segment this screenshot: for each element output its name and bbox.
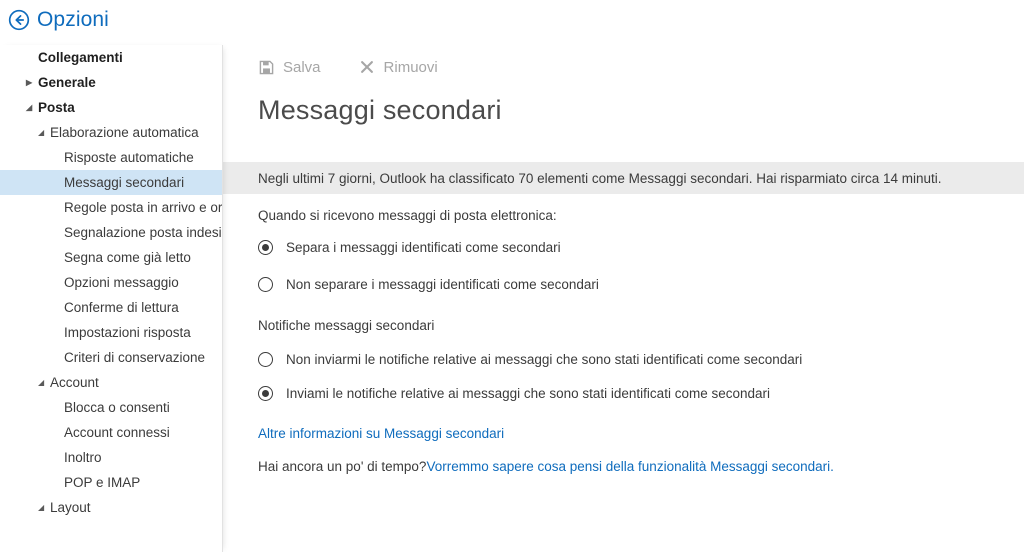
sidebar-item-layout[interactable]: ◢ Layout [0, 495, 222, 520]
radio-indicator[interactable] [258, 386, 273, 401]
sidebar-item-blocca-o-consenti[interactable]: Blocca o consenti [0, 395, 222, 420]
sidebar-item-account-connessi[interactable]: Account connessi [0, 420, 222, 445]
content-pane: Salva Rimuovi Messaggi secondari Negli u… [223, 45, 1024, 552]
radio-indicator[interactable] [258, 240, 273, 255]
radio-label: Non separare i messaggi identificati com… [286, 277, 599, 292]
sidebar-item-account[interactable]: ◢ Account [0, 370, 222, 395]
sidebar-item-label: Elaborazione automatica [50, 125, 199, 140]
radio-send-notifications[interactable]: Inviami le notifiche relative ai messagg… [258, 386, 770, 401]
sidebar-item-label: Risposte automatiche [64, 150, 194, 165]
sidebar-item-label: Impostazioni risposta [64, 325, 191, 340]
sidebar-item-label: POP e IMAP [64, 475, 141, 490]
group-one-label: Quando si ricevono messaggi di posta ele… [258, 208, 557, 223]
radio-separate-focused[interactable]: Separa i messaggi identificati come seco… [258, 240, 561, 255]
page-header-title: Opzioni [37, 8, 109, 31]
statistics-banner-text: Negli ultimi 7 giorni, Outlook ha classi… [258, 170, 942, 186]
sidebar-item-segnalazione-posta-indesiderata[interactable]: Segnalazione posta indesiderata [0, 220, 222, 245]
sidebar-item-conferme-di-lettura[interactable]: Conferme di lettura [0, 295, 222, 320]
save-button[interactable]: Salva [258, 59, 321, 76]
radio-dont-separate-focused[interactable]: Non separare i messaggi identificati com… [258, 277, 599, 292]
sidebar-item-label: Segnalazione posta indesiderata [64, 225, 222, 240]
remove-button-label: Rimuovi [383, 59, 438, 76]
chevron-down-icon[interactable]: ◢ [26, 103, 32, 112]
sidebar-item-risposte-automatiche[interactable]: Risposte automatiche [0, 145, 222, 170]
sidebar-item-collegamenti[interactable]: Collegamenti [0, 45, 222, 70]
sidebar-item-posta[interactable]: ◢ Posta [0, 95, 222, 120]
sidebar-item-regole-posta-in-arrivo-e-organizzazione[interactable]: Regole posta in arrivo e organizzazione [0, 195, 222, 220]
save-floppy-icon [258, 60, 274, 76]
sidebar-item-label: Generale [38, 75, 96, 90]
content-toolbar: Salva Rimuovi [223, 45, 1024, 90]
save-button-label: Salva [283, 59, 321, 76]
sidebar-item-label: Account [50, 375, 99, 390]
sidebar-item-label: Inoltro [64, 450, 102, 465]
sidebar-item-inoltro[interactable]: Inoltro [0, 445, 222, 470]
sidebar-item-criteri-di-conservazione[interactable]: Criteri di conservazione [0, 345, 222, 370]
sidebar-item-label: Layout [50, 500, 91, 515]
page-title: Messaggi secondari [258, 95, 502, 125]
sidebar-item-messaggi-secondari[interactable]: Messaggi secondari [0, 170, 222, 195]
remove-button[interactable]: Rimuovi [359, 59, 438, 76]
sidebar-item-label: Posta [38, 100, 75, 115]
top-bar: Opzioni [0, 0, 1024, 45]
sidebar-item-generale[interactable]: ▶ Generale [0, 70, 222, 95]
sidebar-item-label: Collegamenti [38, 50, 123, 65]
close-x-icon [359, 60, 375, 76]
sidebar-item-label: Blocca o consenti [64, 400, 170, 415]
back-to-options-link[interactable]: Opzioni [8, 9, 109, 31]
radio-label: Inviami le notifiche relative ai messagg… [286, 386, 770, 401]
more-info-link[interactable]: Altre informazioni su Messaggi secondari [258, 426, 504, 441]
more-info-link-wrapper: Altre informazioni su Messaggi secondari [258, 426, 504, 441]
sidebar-item-label: Segna come già letto [64, 250, 191, 265]
radio-indicator[interactable] [258, 277, 273, 292]
radio-label: Separa i messaggi identificati come seco… [286, 240, 561, 255]
sidebar-item-label: Criteri di conservazione [64, 350, 206, 365]
sidebar-item-pop-e-imap[interactable]: POP e IMAP [0, 470, 222, 495]
chevron-down-icon[interactable]: ◢ [38, 128, 44, 137]
group-two-label: Notifiche messaggi secondari [258, 318, 435, 333]
statistics-banner: Negli ultimi 7 giorni, Outlook ha classi… [223, 162, 1024, 194]
chevron-down-icon[interactable]: ◢ [38, 378, 44, 387]
radio-indicator[interactable] [258, 352, 273, 367]
sidebar-item-label: Conferme di lettura [64, 300, 179, 315]
chevron-down-icon[interactable]: ◢ [38, 503, 44, 512]
chevron-right-icon[interactable]: ▶ [26, 78, 32, 87]
sidebar-item-label: Opzioni messaggio [64, 275, 179, 290]
sidebar-item-segna-come-gi-letto[interactable]: Segna come già letto [0, 245, 222, 270]
radio-no-notifications[interactable]: Non inviarmi le notifiche relative ai me… [258, 352, 802, 367]
sidebar-item-label: Regole posta in arrivo e organizzazione [64, 200, 222, 215]
options-sidebar[interactable]: Collegamenti ▶ Generale ◢ Posta ◢ Elaborazione… [0, 45, 223, 552]
sidebar-nav-list: Collegamenti ▶ Generale ◢ Posta ◢ Elaborazione… [0, 45, 222, 520]
sidebar-item-label: Account connessi [64, 425, 170, 440]
feedback-link[interactable]: Vorremmo sapere cosa pensi della funzion… [426, 459, 833, 474]
sidebar-item-label: Messaggi secondari [64, 175, 185, 190]
feedback-line: Hai ancora un po' di tempo?Vorremmo sape… [258, 459, 834, 474]
sidebar-item-impostazioni-risposta[interactable]: Impostazioni risposta [0, 320, 222, 345]
back-arrow-circle-icon[interactable] [8, 9, 30, 31]
sidebar-item-opzioni-messaggio[interactable]: Opzioni messaggio [0, 270, 222, 295]
feedback-prompt: Hai ancora un po' di tempo? [258, 459, 427, 474]
sidebar-item-elaborazione-automatica[interactable]: ◢ Elaborazione automatica [0, 120, 222, 145]
radio-label: Non inviarmi le notifiche relative ai me… [286, 352, 803, 367]
